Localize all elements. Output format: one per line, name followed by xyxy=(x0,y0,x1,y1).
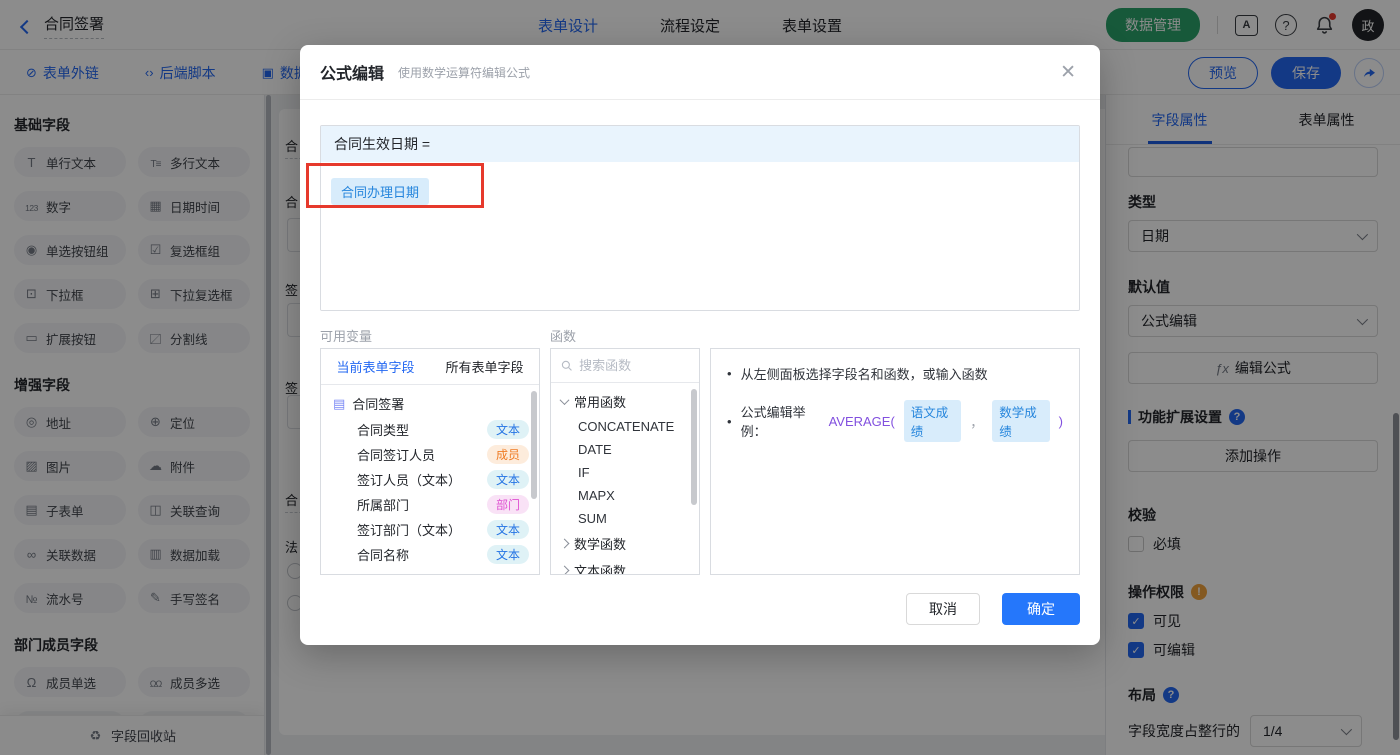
function-group-common[interactable]: 常用函数 xyxy=(551,388,699,415)
type-badge: 文本 xyxy=(486,520,529,539)
function-item[interactable]: MAPX xyxy=(551,484,699,507)
tree-root-form[interactable]: ▤ 合同签署 xyxy=(321,390,539,417)
dialog-subtitle: 使用数学运算符编辑公式 xyxy=(398,65,531,80)
tab-current-form-fields[interactable]: 当前表单字段 xyxy=(321,349,430,384)
variables-scrollbar[interactable] xyxy=(531,391,537,499)
variables-label: 可用变量 xyxy=(320,329,373,344)
formula-input-area[interactable]: 合同办理日期 xyxy=(321,162,1079,310)
formula-field-tag[interactable]: 合同办理日期 xyxy=(331,178,430,205)
functions-panel: 常用函数 CONCATENATE DATE IF MAPX SUM 数学函数 文… xyxy=(550,348,700,575)
type-badge: 文本 xyxy=(486,470,529,489)
formula-editor[interactable]: 合同生效日期 = 合同办理日期 xyxy=(320,125,1080,311)
example-field-tag: 数学成绩 xyxy=(992,400,1050,442)
function-search[interactable] xyxy=(551,349,699,383)
tab-all-form-fields[interactable]: 所有表单字段 xyxy=(430,349,539,384)
variables-panel: 当前表单字段 所有表单字段 ▤ 合同签署 合同类型 文本 合同签订人员 成员 签… xyxy=(320,348,540,575)
example-field-tag: 语文成绩 xyxy=(903,400,962,442)
bullet: • xyxy=(727,413,732,429)
help-example-prefix: 公式编辑举例： xyxy=(740,405,806,439)
variable-row[interactable]: 合同名称 文本 xyxy=(321,542,539,567)
chevron-down-icon xyxy=(559,395,570,406)
variable-row[interactable]: 合同类型 文本 xyxy=(321,417,539,442)
variable-row[interactable]: 所属部门 部门 xyxy=(321,492,539,517)
type-badge: 成员 xyxy=(486,445,529,464)
document-icon: ▤ xyxy=(333,395,346,411)
type-badge: 文本 xyxy=(486,545,529,564)
formula-edit-dialog: 公式编辑 使用数学运算符编辑公式 ✕ 合同生效日期 = 合同办理日期 可用变量 … xyxy=(300,45,1100,645)
dialog-title: 公式编辑 xyxy=(320,66,385,83)
variable-row[interactable]: 签订人员（文本） 文本 xyxy=(321,467,539,492)
variable-row[interactable]: 合同签订人员 成员 xyxy=(321,442,539,467)
type-badge: 文本 xyxy=(486,420,529,439)
chevron-right-icon xyxy=(559,565,570,574)
function-item[interactable]: DATE xyxy=(551,438,699,461)
help-tip: 从左侧面板选择字段名和函数，或输入函数 xyxy=(740,367,988,382)
function-item[interactable]: CONCATENATE xyxy=(551,415,699,438)
close-icon[interactable]: ✕ xyxy=(1060,61,1076,83)
function-group-text[interactable]: 文本函数 xyxy=(551,557,699,574)
function-search-input[interactable] xyxy=(579,358,689,373)
formula-target-label: 合同生效日期 = xyxy=(334,136,431,152)
functions-scrollbar[interactable] xyxy=(691,389,697,505)
comma: ， xyxy=(970,414,984,430)
functions-tree: 常用函数 CONCATENATE DATE IF MAPX SUM 数学函数 文… xyxy=(551,383,699,574)
chevron-right-icon xyxy=(559,538,570,549)
confirm-button[interactable]: 确定 xyxy=(1002,593,1080,625)
formula-help-panel: • 从左侧面板选择字段名和函数，或输入函数 • 公式编辑举例： AVERAGE( … xyxy=(710,348,1080,575)
function-group-math[interactable]: 数学函数 xyxy=(551,530,699,557)
function-name: AVERAGE( xyxy=(828,413,895,429)
function-paren: ) xyxy=(1058,413,1063,429)
bullet: • xyxy=(727,366,732,381)
cancel-button[interactable]: 取消 xyxy=(906,593,980,625)
type-badge: 部门 xyxy=(486,495,529,514)
variable-row[interactable]: 签订部门（文本） 文本 xyxy=(321,517,539,542)
function-item[interactable]: IF xyxy=(551,461,699,484)
search-icon xyxy=(561,360,572,371)
function-item[interactable]: SUM xyxy=(551,507,699,530)
functions-label: 函数 xyxy=(550,329,577,344)
variables-tree: ▤ 合同签署 合同类型 文本 合同签订人员 成员 签订人员（文本） 文本 所属部… xyxy=(321,385,539,567)
